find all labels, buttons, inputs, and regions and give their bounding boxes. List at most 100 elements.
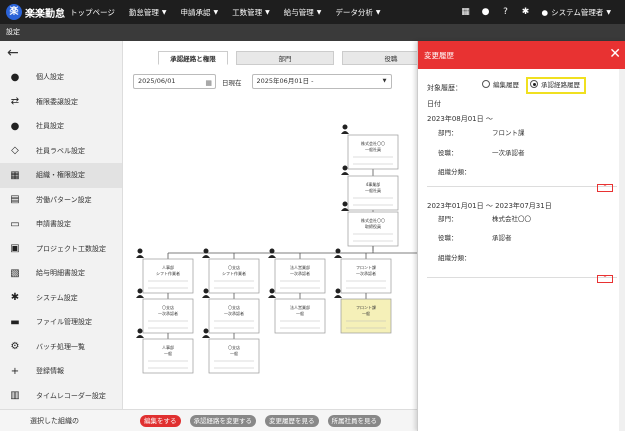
calendar-icon[interactable]: ▦ <box>205 77 212 90</box>
history-period: 2023年01月01日 ～ 2023年07月31日 <box>427 202 552 210</box>
position-value: 承認者 <box>492 234 512 242</box>
chevron-down-icon: ▼ <box>265 8 270 16</box>
sidebar-item-6[interactable]: ▭ 申請書設定 <box>0 212 122 237</box>
person-icon <box>341 172 349 175</box>
help-icon[interactable]: ? <box>498 0 514 24</box>
org-node-role: 一次承認者 <box>290 270 310 276</box>
person-icon <box>268 295 276 298</box>
menu-item-1[interactable]: 勤怠管理 ▼ <box>129 7 167 18</box>
target-label: 対象履歴： <box>427 84 462 92</box>
org-node-name: 株式会社〇〇 <box>361 217 385 223</box>
sidebar-item-2[interactable]: ● 社員設定 <box>0 114 122 139</box>
sidebar-item-10[interactable]: ▬ ファイル管理設定 <box>0 310 122 335</box>
person-icon <box>335 248 341 254</box>
sidebar-item-label: ファイル管理設定 <box>36 318 92 327</box>
department-label: 部門： <box>438 129 458 137</box>
person-icon <box>269 288 275 294</box>
org-node-name: 法人営業部 <box>290 304 310 310</box>
tab-bar: 承認経路と権限 部門 役職 <box>158 51 440 65</box>
action-button-1[interactable]: 承認経路を変更する <box>189 414 256 427</box>
menu-item-2[interactable]: 申請承認 ▼ <box>180 7 218 18</box>
person-icon <box>269 248 275 254</box>
radio-selected-icon <box>530 80 538 88</box>
date-value: 2025/06/01 <box>138 77 176 85</box>
clipboard-icon: ▥ <box>10 390 20 402</box>
person-icon <box>342 165 348 171</box>
user-icon: ● <box>541 7 549 17</box>
divider <box>427 186 617 187</box>
org-node-role: 一般社員 <box>365 146 381 152</box>
sidebar-item-11[interactable]: ⚙ バッチ処理一覧 <box>0 335 122 360</box>
person-icon <box>137 328 143 334</box>
person-icon <box>342 201 348 207</box>
logo-mark-icon: 楽 <box>6 4 22 20</box>
action-button-3[interactable]: 所属社員を見る <box>327 414 381 427</box>
person-icon <box>341 131 349 134</box>
gear-icon[interactable]: ✱ <box>518 0 534 24</box>
tab-department[interactable]: 部門 <box>236 51 334 65</box>
sidebar-item-label: 申請書設定 <box>36 220 71 229</box>
sidebar-item-label: 登録情報 <box>36 367 64 376</box>
radio-icon <box>482 80 490 88</box>
sidebar-item-label: タイムレコーダー設定 <box>36 391 106 400</box>
radio-edit-history[interactable]: 編集履歴 <box>482 79 519 89</box>
sidebar-item-12[interactable]: + 登録情報 <box>0 359 122 384</box>
menu-item-5[interactable]: データ分析 ▼ <box>335 7 380 18</box>
person-icon <box>334 295 342 298</box>
app-logo[interactable]: 楽 楽楽勤怠 <box>6 4 70 20</box>
back-arrow-icon[interactable]: ← <box>0 41 122 65</box>
user-menu[interactable]: ● システム管理者 ▼ <box>542 7 611 18</box>
org-icon: ▦ <box>10 169 20 181</box>
sidebar-item-13[interactable]: ▥ タイムレコーダー設定 <box>0 384 122 409</box>
menu-item-label: 工数管理 <box>232 7 263 17</box>
sidebar-item-3[interactable]: ◇ 社員ラベル設定 <box>0 139 122 164</box>
person-icon <box>335 288 341 294</box>
history-period: 2023年08月01日 ～ <box>427 115 493 123</box>
person-icon <box>202 255 210 258</box>
sidebar-item-7[interactable]: ▣ プロジェクト工数設定 <box>0 237 122 262</box>
menu-item-3[interactable]: 工数管理 ▼ <box>232 7 270 18</box>
person-icon <box>203 288 209 294</box>
bell-icon[interactable]: ● <box>478 0 494 24</box>
org-node-role: 一般 <box>230 350 238 356</box>
change-history-panel: 変更履歴 ✕ 対象履歴： 編集履歴 承認経路履歴 日付 2023年08月01日 … <box>417 41 625 431</box>
org-node-name: フロント課 <box>356 304 376 310</box>
logo-text: 楽楽勤怠 <box>25 8 65 20</box>
date-input[interactable]: 2025/06/01 ▦ <box>133 74 216 89</box>
close-icon[interactable]: ✕ <box>609 47 621 61</box>
sidebar-item-label: 社員設定 <box>36 122 64 131</box>
org-node-role: 一次承認者 <box>356 270 376 276</box>
action-button-0[interactable]: 編集をする <box>140 414 181 427</box>
person-icon <box>136 295 144 298</box>
collapse-up-icon[interactable]: ⌃ <box>597 275 613 283</box>
sidebar-item-0[interactable]: ● 個人設定 <box>0 65 122 90</box>
sidebar-item-label: 組織・権限設定 <box>36 171 85 180</box>
menu-item-4[interactable]: 給与管理 ▼ <box>284 7 322 18</box>
tab-approval-route[interactable]: 承認経路と権限 <box>158 51 228 65</box>
nav-right: ▦ ● ? ✱ ● システム管理者 ▼ <box>454 0 625 24</box>
filters: 2025/06/01 ▦ 日現在 2025年06月01日 - ▼ <box>133 74 392 89</box>
action-button-2[interactable]: 変更履歴を見る <box>265 414 319 427</box>
sidebar-item-5[interactable]: ▤ 労働パターン設定 <box>0 188 122 213</box>
period-select[interactable]: 2025年06月01日 - ▼ <box>251 74 392 89</box>
person-icon <box>202 295 210 298</box>
menu-item-label: 勤怠管理 <box>128 7 159 17</box>
org-node-name: 人事部 <box>162 344 174 350</box>
collapse-up-icon[interactable]: ⌃ <box>597 184 613 192</box>
sidebar-item-1[interactable]: ⇄ 権限委譲設定 <box>0 90 122 115</box>
sidebar-item-9[interactable]: ✱ システム設定 <box>0 286 122 311</box>
main-content: 株式会社〇〇 一般社員 4事業部 一般社員 株式会社〇〇 取締役員 人事部 シフト作業者 〇支店… <box>123 41 440 409</box>
radio-route-history[interactable]: 承認経路履歴 <box>530 79 580 89</box>
menu-item-0[interactable]: トップページ <box>70 7 115 18</box>
calendar-settings-icon[interactable]: ▦ <box>458 0 474 24</box>
main-menu: トップページ 勤怠管理 ▼ 申請承認 ▼ 工数管理 ▼ 給与管理 ▼ データ分析 ▼ <box>70 7 394 18</box>
sidebar-item-8[interactable]: ▧ 給与明細書設定 <box>0 261 122 286</box>
panel-header: 変更履歴 ✕ <box>418 41 625 69</box>
sidebar-item-4[interactable]: ▦ 組織・権限設定 <box>0 163 122 188</box>
sidebar-item-label: 社員ラベル設定 <box>36 146 85 155</box>
sidebar-item-label: プロジェクト工数設定 <box>36 244 106 253</box>
panel-scrollbar[interactable] <box>619 69 625 431</box>
person-icon <box>136 335 144 338</box>
org-chart: 株式会社〇〇一般社員4事業部一般社員株式会社〇〇取締役員人事部シフト作業者〇支店… <box>136 124 417 374</box>
inbox-icon: ▣ <box>10 243 20 255</box>
